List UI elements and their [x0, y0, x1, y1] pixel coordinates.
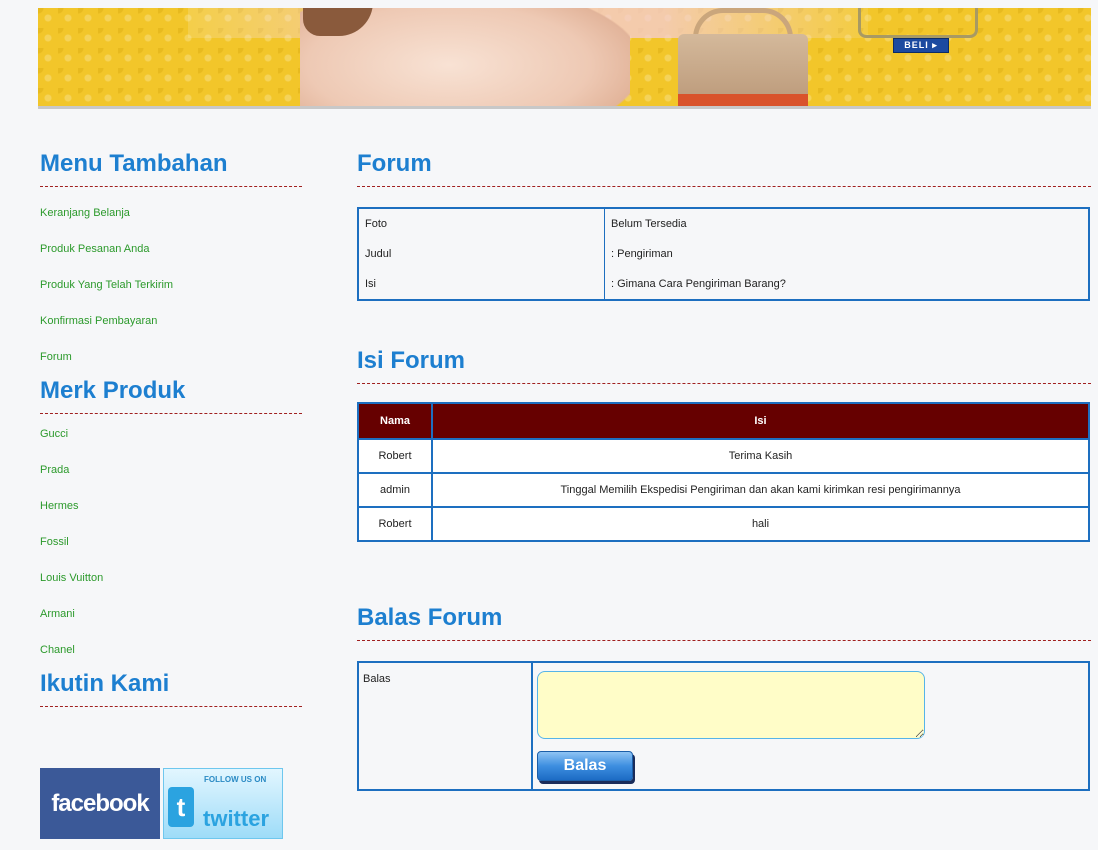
banner-divider	[38, 106, 1091, 109]
menu-list: Keranjang Belanja Produk Pesanan Anda Pr…	[40, 195, 302, 375]
reply-form: Balas Balas	[357, 661, 1090, 791]
menu-item-keranjang[interactable]: Keranjang Belanja	[40, 195, 302, 231]
sidebar: Menu Tambahan Keranjang Belanja Produk P…	[40, 150, 302, 707]
table-row: Robert hali	[357, 506, 1090, 542]
menu-item-pesanan[interactable]: Produk Pesanan Anda	[40, 231, 302, 267]
forum-title: Forum	[357, 150, 1091, 187]
reply-label: Balas	[358, 662, 533, 790]
reply-title: Balas Forum	[357, 604, 1091, 641]
twitter-follow-label: FOLLOW US ON	[204, 775, 267, 784]
forum-info-table: Foto Belum Tersedia Judul : Pengiriman I…	[357, 207, 1090, 301]
brand-item-hermes[interactable]: Hermes	[40, 488, 302, 524]
cell-nama: Robert	[357, 506, 433, 542]
brand-item-prada[interactable]: Prada	[40, 452, 302, 488]
menu-item-konfirmasi[interactable]: Konfirmasi Pembayaran	[40, 303, 302, 339]
buy-button[interactable]: BELI ▸	[893, 38, 949, 53]
isi-forum-title: Isi Forum	[357, 347, 1091, 384]
reply-textarea[interactable]	[537, 671, 925, 739]
brand-item-louis-vuitton[interactable]: Louis Vuitton	[40, 560, 302, 596]
banner-bag2-image	[858, 8, 978, 38]
brand-title: Merk Produk	[40, 377, 302, 414]
brand-item-chanel[interactable]: Chanel	[40, 632, 302, 668]
twitter-icon: t	[168, 787, 194, 827]
brand-item-armani[interactable]: Armani	[40, 596, 302, 632]
forum-key-isi: Isi	[358, 269, 605, 300]
table-row: admin Tinggal Memilih Ekspedisi Pengirim…	[357, 472, 1090, 508]
promo-banner[interactable]: BELI ▸	[38, 8, 1091, 107]
forum-value-judul: : Pengiriman	[611, 248, 673, 260]
cell-isi: hali	[431, 506, 1090, 542]
twitter-wordmark: twitter	[203, 806, 269, 831]
cell-isi: Tinggal Memilih Ekspedisi Pengiriman dan…	[431, 472, 1090, 508]
table-row: Isi : Gimana Cara Pengiriman Barang?	[358, 269, 1089, 300]
cell-nama: admin	[357, 472, 433, 508]
menu-item-terkirim[interactable]: Produk Yang Telah Terkirim	[40, 267, 302, 303]
cell-nama: Robert	[357, 438, 433, 474]
forum-value-foto: Belum Tersedia	[611, 218, 687, 230]
banner-bag-trim	[678, 94, 808, 106]
main-content: Forum Foto Belum Tersedia Judul : Pengir…	[357, 150, 1091, 791]
cell-isi: Terima Kasih	[431, 438, 1090, 474]
table-row: Foto Belum Tersedia	[358, 208, 1089, 239]
table-row: Balas Balas	[358, 662, 1089, 790]
forum-key-judul: Judul	[358, 239, 605, 269]
brand-item-gucci[interactable]: Gucci	[40, 416, 302, 452]
facebook-button[interactable]: facebook	[40, 768, 160, 839]
page: BELI ▸ Menu Tambahan Keranjang Belanja P…	[0, 0, 1098, 850]
column-header-nama: Nama	[357, 402, 433, 440]
menu-title: Menu Tambahan	[40, 150, 302, 187]
follow-title: Ikutin Kami	[40, 670, 302, 707]
table-header-row: Nama Isi	[357, 402, 1090, 440]
column-header-isi: Isi	[431, 402, 1090, 440]
table-row: Robert Terima Kasih	[357, 438, 1090, 474]
social-links: facebook t FOLLOW US ON twitter	[40, 768, 283, 839]
brand-list: Gucci Prada Hermes Fossil Louis Vuitton …	[40, 416, 302, 668]
menu-item-forum[interactable]: Forum	[40, 339, 302, 375]
table-row: Judul : Pengiriman	[358, 239, 1089, 269]
isi-forum-table: Nama Isi Robert Terima Kasih admin Tingg…	[357, 402, 1090, 542]
brand-item-fossil[interactable]: Fossil	[40, 524, 302, 560]
twitter-button[interactable]: t FOLLOW US ON twitter	[163, 768, 283, 839]
forum-value-isi: : Gimana Cara Pengiriman Barang?	[611, 278, 786, 290]
reply-input-cell: Balas	[532, 662, 1089, 790]
reply-submit-button[interactable]: Balas	[537, 751, 633, 781]
forum-key-foto: Foto	[358, 208, 605, 239]
